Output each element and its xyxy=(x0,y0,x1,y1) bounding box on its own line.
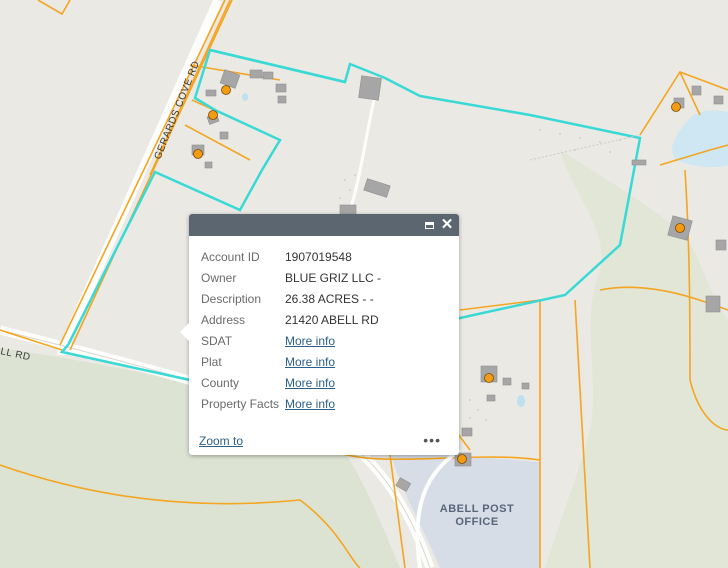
address-point-marker[interactable] xyxy=(221,85,231,95)
field-value: 21420 ABELL RD xyxy=(285,312,379,327)
property-facts-more-info-link[interactable]: More info xyxy=(285,397,335,411)
field-label: Owner xyxy=(201,270,237,285)
address-point-marker[interactable] xyxy=(675,223,685,233)
address-point-marker[interactable] xyxy=(193,149,203,159)
table-row: Plat More info xyxy=(201,351,381,372)
table-row: Description 26.38 ACRES - - xyxy=(201,288,381,309)
table-row: Account ID 1907019548 xyxy=(201,246,381,267)
table-row: Address 21420 ABELL RD xyxy=(201,309,381,330)
table-row: Property Facts More info xyxy=(201,393,381,414)
table-row: Owner BLUE GRIZ LLC - xyxy=(201,267,381,288)
water-small xyxy=(517,395,525,407)
field-value: 1907019548 xyxy=(285,249,352,264)
sdat-more-info-link[interactable]: More info xyxy=(285,334,335,348)
table-row: SDAT More info xyxy=(201,330,381,351)
place-label-line1: ABELL POST xyxy=(440,503,514,515)
field-label: Plat xyxy=(201,354,222,369)
field-label: County xyxy=(201,375,240,390)
field-label: Account ID xyxy=(201,249,260,264)
address-point-marker[interactable] xyxy=(208,110,218,120)
table-row: County More info xyxy=(201,372,381,393)
address-point-marker[interactable] xyxy=(671,102,681,112)
place-label-line2: OFFICE xyxy=(455,516,498,528)
field-label: Property Facts xyxy=(201,396,280,411)
popup-header: ✕ xyxy=(189,214,459,236)
popup-pointer xyxy=(180,322,190,342)
plat-more-info-link[interactable]: More info xyxy=(285,355,335,369)
close-icon[interactable]: ✕ xyxy=(439,217,455,233)
maximize-icon[interactable] xyxy=(421,217,437,233)
field-value: 26.38 ACRES - - xyxy=(285,291,374,306)
water-small-2 xyxy=(242,93,248,101)
county-more-info-link[interactable]: More info xyxy=(285,376,335,390)
address-point-marker[interactable] xyxy=(457,454,467,464)
attribute-table: Account ID 1907019548 Owner BLUE GRIZ LL… xyxy=(201,246,381,414)
address-point-marker[interactable] xyxy=(484,373,494,383)
field-value: BLUE GRIZ LLC - xyxy=(285,270,382,285)
zoom-to-link[interactable]: Zoom to xyxy=(199,434,243,448)
field-label: Address xyxy=(201,312,246,327)
field-label: SDAT xyxy=(201,333,233,348)
more-options-icon[interactable]: ••• xyxy=(423,432,441,448)
parcel-popup: ✕ Account ID 1907019548 Owner BLUE GRIZ … xyxy=(180,214,459,455)
field-label: Description xyxy=(201,291,262,306)
